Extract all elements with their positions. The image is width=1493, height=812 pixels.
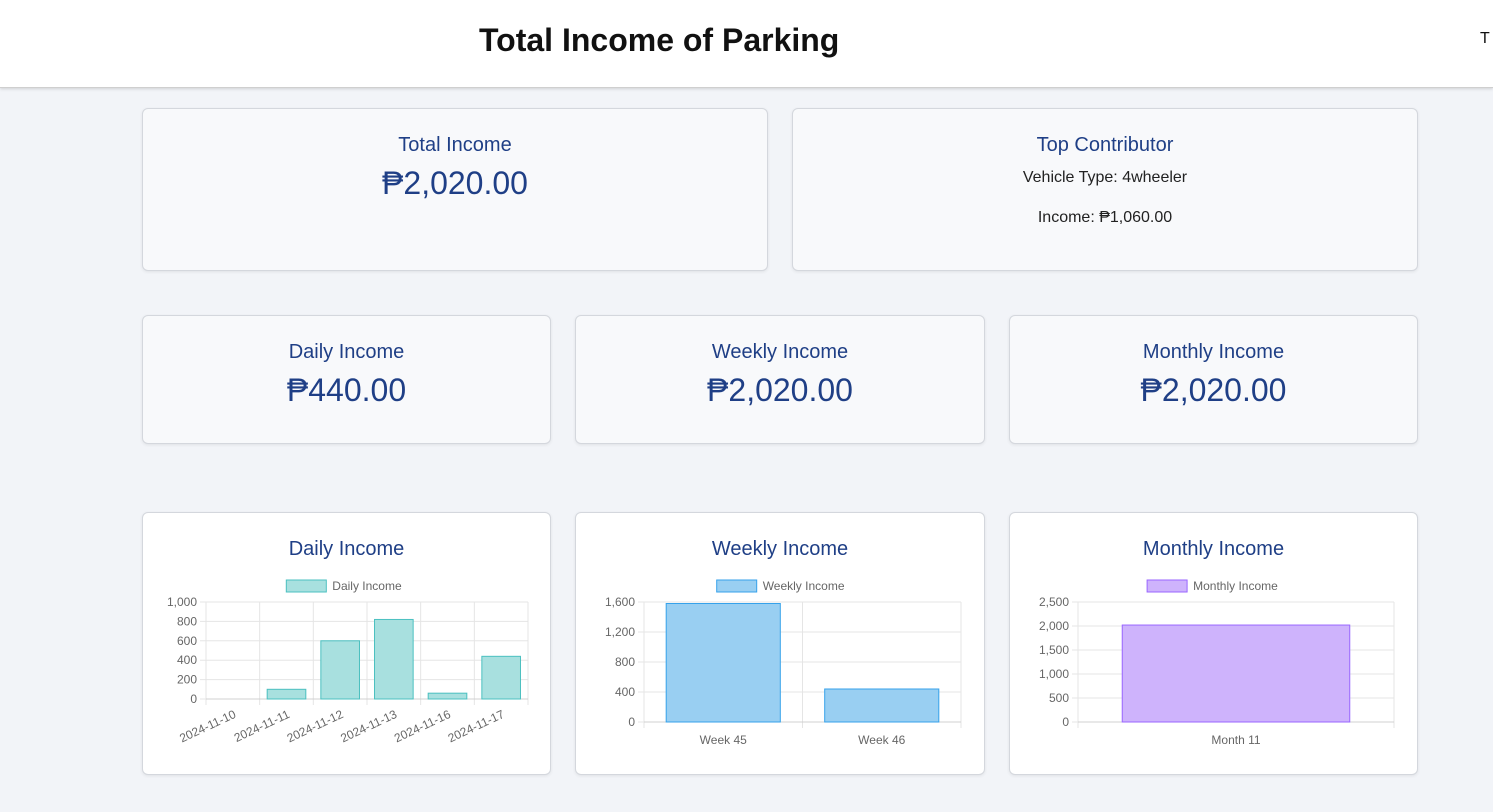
x-tick-label: 2024-11-11 [232, 707, 292, 745]
y-tick-label: 1,000 [167, 595, 197, 609]
weekly-income-card: Weekly Income ₱2,020.00 [575, 315, 985, 444]
y-tick-label: 1,200 [605, 625, 635, 639]
weekly-chart-card: Weekly Income Weekly Income 0 400 800 1,200 1… [575, 512, 985, 775]
top-contributor-income: Income: ₱1,060.00 [1037, 209, 1173, 226]
y-tick-label: 600 [177, 634, 197, 648]
y-tick-label: 0 [1062, 715, 1069, 729]
x-tick-label: 2024-11-16 [392, 707, 453, 745]
total-income-value: ₱2,020.00 [382, 165, 528, 201]
y-tick-label: 0 [628, 715, 635, 729]
top-contributor-card: Top Contributor Vehicle Type: 4wheeler I… [792, 108, 1418, 271]
bar [665, 603, 781, 723]
y-tick-label: 200 [177, 673, 197, 687]
bar [320, 640, 360, 700]
header-cut-text: T [1480, 30, 1490, 47]
monthly-chart-card: Monthly Income Monthly Income 0 500 1,000 1,… [1009, 512, 1418, 775]
bar [374, 618, 414, 700]
y-tick-label: 2,000 [1039, 619, 1069, 633]
y-tick-label: 400 [615, 685, 635, 699]
monthly-income-card: Monthly Income ₱2,020.00 [1009, 315, 1418, 444]
monthly-income-chart: Monthly Income 0 500 1,000 1,500 2,000 2,500 Mo… [1039, 579, 1395, 747]
y-tick-label: 1,500 [1039, 643, 1069, 657]
weekly-income-value: ₱2,020.00 [707, 372, 853, 408]
legend-label: Monthly Income [1193, 579, 1278, 593]
y-tick-label: 400 [177, 653, 197, 667]
top-bar: Total Income of Parking T [0, 0, 1493, 88]
top-contributor-label: Top Contributor [1036, 134, 1174, 156]
daily-income-label: Daily Income [288, 341, 405, 363]
x-tick-label: Week 45 [700, 733, 747, 747]
top-contributor-vehicle: Vehicle Type: 4wheeler [1022, 169, 1188, 186]
y-tick-label: 1,000 [1039, 667, 1069, 681]
x-tick-label: 2024-11-13 [338, 707, 399, 745]
legend-swatch [716, 579, 758, 593]
y-tick-label: 800 [177, 614, 197, 628]
bar [824, 688, 940, 723]
weekly-income-chart: Weekly Income 0 400 800 1,200 1,600 Week 45 Wee… [605, 579, 962, 747]
page-title: Total Income of Parking [479, 22, 840, 58]
bar [481, 655, 521, 700]
monthly-income-value: ₱2,020.00 [1140, 372, 1287, 408]
x-tick-label: 2024-11-12 [285, 707, 346, 745]
y-tick-label: 1,600 [605, 595, 635, 609]
daily-income-card: Daily Income ₱440.00 [142, 315, 551, 444]
y-tick-label: 500 [1049, 691, 1069, 705]
total-income-card: Total Income ₱2,020.00 [142, 108, 768, 271]
legend-label: Daily Income [332, 579, 402, 593]
y-tick-label: 0 [190, 692, 197, 706]
bar [427, 692, 468, 700]
legend-swatch [285, 579, 327, 593]
x-tick-label: Week 46 [858, 733, 905, 747]
total-income-label: Total Income [398, 134, 512, 156]
weekly-income-label: Weekly Income [711, 341, 849, 363]
legend-swatch [1146, 579, 1188, 593]
x-tick-label: 2024-11-10 [177, 707, 238, 745]
y-tick-label: 2,500 [1039, 595, 1069, 609]
x-tick-label: Month 11 [1211, 733, 1260, 747]
bar [266, 688, 307, 700]
daily-chart-card: Daily Income Daily Income 0 200 400 600 800 1,… [142, 512, 551, 775]
weekly-chart-title: Weekly Income [711, 538, 849, 560]
x-tick-label: 2024-11-17 [446, 707, 507, 745]
daily-chart-title: Daily Income [288, 538, 405, 560]
y-tick-label: 800 [615, 655, 635, 669]
legend-label: Weekly Income [763, 579, 845, 593]
daily-income-value: ₱440.00 [286, 372, 407, 408]
monthly-income-label: Monthly Income [1142, 341, 1285, 363]
bar [1121, 624, 1351, 723]
monthly-chart-title: Monthly Income [1142, 538, 1285, 560]
daily-income-chart: Daily Income 0 200 400 600 800 1,000 2024-11-10… [167, 579, 529, 745]
